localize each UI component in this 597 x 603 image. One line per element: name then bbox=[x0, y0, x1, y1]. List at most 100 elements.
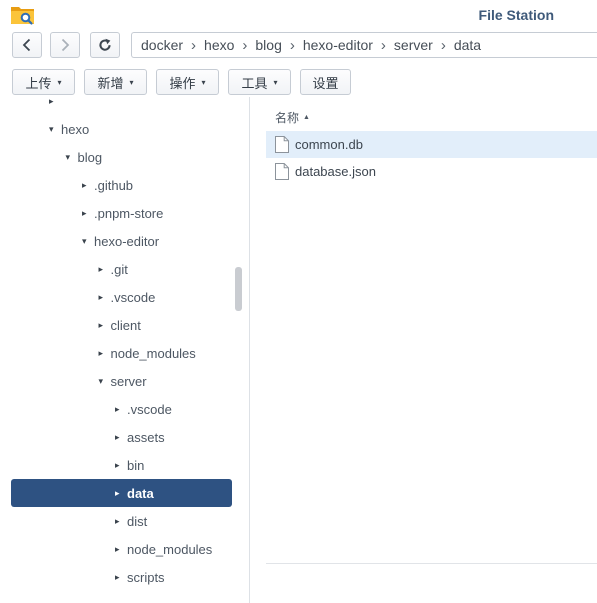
breadcrumb-item[interactable]: docker bbox=[141, 37, 183, 53]
caret-right-icon[interactable]: ▸ bbox=[115, 432, 127, 443]
tree-item[interactable]: ▸ bbox=[11, 97, 232, 115]
tree-item[interactable]: ▸ data bbox=[11, 479, 232, 507]
column-header-name[interactable]: 名称 ▲ bbox=[266, 104, 597, 130]
breadcrumb-item[interactable]: server bbox=[394, 37, 433, 53]
tree-item-label: .vscode bbox=[127, 401, 172, 417]
folder-tree: ▸ ▾ hexo ▾ blog ▸ .github ▸ .pnpm-store ▾ hexo-edi… bbox=[0, 97, 249, 603]
create-button[interactable]: 新增 ▾ bbox=[84, 69, 147, 95]
caret-down-icon[interactable]: ▾ bbox=[66, 152, 78, 163]
toolbar-button-label: 新增 bbox=[97, 75, 124, 91]
chevron-left-icon bbox=[22, 38, 32, 52]
toolbar-button-label: 工具 bbox=[241, 75, 268, 91]
breadcrumb-item[interactable]: hexo-editor bbox=[303, 37, 373, 53]
file-icon bbox=[275, 136, 289, 153]
forward-button[interactable] bbox=[50, 32, 80, 58]
caret-right-icon[interactable]: ▸ bbox=[99, 292, 111, 303]
caret-right-icon[interactable]: ▸ bbox=[115, 460, 127, 471]
caret-right-icon[interactable]: ▸ bbox=[82, 208, 94, 219]
tree-item-label: node_modules bbox=[127, 541, 213, 557]
file-name: common.db bbox=[295, 137, 363, 152]
tree-item-label: hexo-editor bbox=[94, 233, 160, 249]
tree-item[interactable]: ▸ dist bbox=[11, 507, 232, 535]
toolbar-button-label: 操作 bbox=[169, 75, 196, 91]
file-list: 名称 ▲ common.db database.json bbox=[266, 97, 597, 603]
breadcrumb-item[interactable]: data bbox=[454, 37, 481, 53]
dropdown-caret-icon: ▾ bbox=[129, 77, 134, 87]
tree-item[interactable]: ▾ server bbox=[11, 367, 232, 395]
tree-item[interactable]: ▸ scripts bbox=[11, 563, 232, 591]
caret-right-icon[interactable]: ▸ bbox=[115, 404, 127, 415]
caret-right-icon[interactable]: ▸ bbox=[99, 320, 111, 331]
tree-item[interactable]: ▾ hexo bbox=[11, 115, 232, 143]
file-station-folder-icon bbox=[10, 4, 36, 26]
settings-button[interactable]: 设置 bbox=[300, 69, 351, 95]
tree-item-label: node_modules bbox=[110, 345, 196, 361]
toolbar-button-label: 设置 bbox=[312, 75, 339, 91]
caret-right-icon[interactable]: ▸ bbox=[99, 264, 111, 275]
caret-right-icon[interactable]: ▸ bbox=[49, 97, 61, 107]
tree-item[interactable]: ▸ .git bbox=[11, 255, 232, 283]
tree-item[interactable]: ▸ .github bbox=[11, 171, 232, 199]
tree-item-label: bin bbox=[127, 457, 145, 473]
dropdown-caret-icon: ▾ bbox=[273, 77, 278, 87]
tree-item-label: blog bbox=[77, 149, 103, 165]
caret-right-icon[interactable]: ▸ bbox=[115, 488, 127, 499]
chevron-right-icon: › bbox=[289, 36, 295, 54]
refresh-icon bbox=[98, 38, 112, 52]
tree-item-label: assets bbox=[127, 429, 165, 445]
breadcrumb: docker › hexo › blog › hexo-editor › server › data bbox=[141, 37, 481, 54]
chevron-right-icon bbox=[60, 38, 70, 52]
tools-button[interactable]: 工具 ▾ bbox=[228, 69, 291, 95]
window-title: File Station bbox=[478, 7, 554, 23]
tree-item[interactable]: ▸ .pnpm-store bbox=[11, 199, 232, 227]
tree-item[interactable]: ▾ blog bbox=[11, 143, 232, 171]
dropdown-caret-icon: ▾ bbox=[57, 77, 62, 87]
caret-down-icon[interactable]: ▾ bbox=[99, 376, 111, 387]
list-footer-divider bbox=[266, 563, 597, 564]
back-button[interactable] bbox=[12, 32, 42, 58]
file-row[interactable]: database.json bbox=[266, 158, 597, 185]
file-icon bbox=[275, 163, 289, 180]
file-row[interactable]: common.db bbox=[266, 131, 597, 158]
caret-right-icon[interactable]: ▸ bbox=[115, 516, 127, 527]
tree-scrollbar-thumb[interactable] bbox=[235, 267, 242, 311]
caret-right-icon[interactable]: ▸ bbox=[82, 180, 94, 191]
tree-item[interactable]: ▸ client bbox=[11, 311, 232, 339]
tree-item-label: data bbox=[127, 485, 154, 501]
file-rows: common.db database.json bbox=[266, 131, 597, 185]
toolbar-button-label: 上传 bbox=[25, 75, 52, 91]
tree-item[interactable]: ▸ node_modules bbox=[11, 535, 232, 563]
tree-item[interactable]: ▾ hexo-editor bbox=[11, 227, 232, 255]
tree-item-label: .git bbox=[110, 261, 128, 277]
caret-down-icon[interactable]: ▾ bbox=[49, 124, 61, 135]
chevron-right-icon: › bbox=[191, 36, 197, 54]
tree-item-label: .github bbox=[94, 177, 134, 193]
path-bar[interactable]: docker › hexo › blog › hexo-editor › server › data bbox=[131, 32, 597, 58]
tree-item-label: client bbox=[110, 317, 141, 333]
column-header-label: 名称 bbox=[275, 110, 300, 125]
breadcrumb-item[interactable]: hexo bbox=[204, 37, 234, 53]
refresh-button[interactable] bbox=[90, 32, 120, 58]
action-button[interactable]: 操作 ▾ bbox=[156, 69, 219, 95]
tree-item[interactable]: ▸ bin bbox=[11, 451, 232, 479]
breadcrumb-item[interactable]: blog bbox=[255, 37, 281, 53]
tree-item[interactable]: ▸ assets bbox=[11, 423, 232, 451]
caret-right-icon[interactable]: ▸ bbox=[99, 348, 111, 359]
toolbar: 上传 ▾ 新增 ▾ 操作 ▾ 工具 ▾ 设置 bbox=[12, 69, 351, 95]
folder-tree-list: ▸ ▾ hexo ▾ blog ▸ .github ▸ .pnpm-store ▾ hexo-edi… bbox=[0, 97, 249, 591]
dropdown-caret-icon: ▾ bbox=[201, 77, 206, 87]
tree-item-label: hexo bbox=[61, 121, 90, 137]
chevron-right-icon: › bbox=[440, 36, 446, 54]
file-name: database.json bbox=[295, 164, 376, 179]
chevron-right-icon: › bbox=[242, 36, 248, 54]
tree-item[interactable]: ▸ .vscode bbox=[11, 283, 232, 311]
caret-right-icon[interactable]: ▸ bbox=[115, 544, 127, 555]
caret-right-icon[interactable]: ▸ bbox=[115, 572, 127, 583]
panel-divider[interactable] bbox=[249, 97, 250, 603]
tree-item-label: server bbox=[110, 373, 147, 389]
tree-item[interactable]: ▸ node_modules bbox=[11, 339, 232, 367]
tree-item-label: dist bbox=[127, 513, 148, 529]
upload-button[interactable]: 上传 ▾ bbox=[12, 69, 75, 95]
tree-item[interactable]: ▸ .vscode bbox=[11, 395, 232, 423]
caret-down-icon[interactable]: ▾ bbox=[82, 236, 94, 247]
